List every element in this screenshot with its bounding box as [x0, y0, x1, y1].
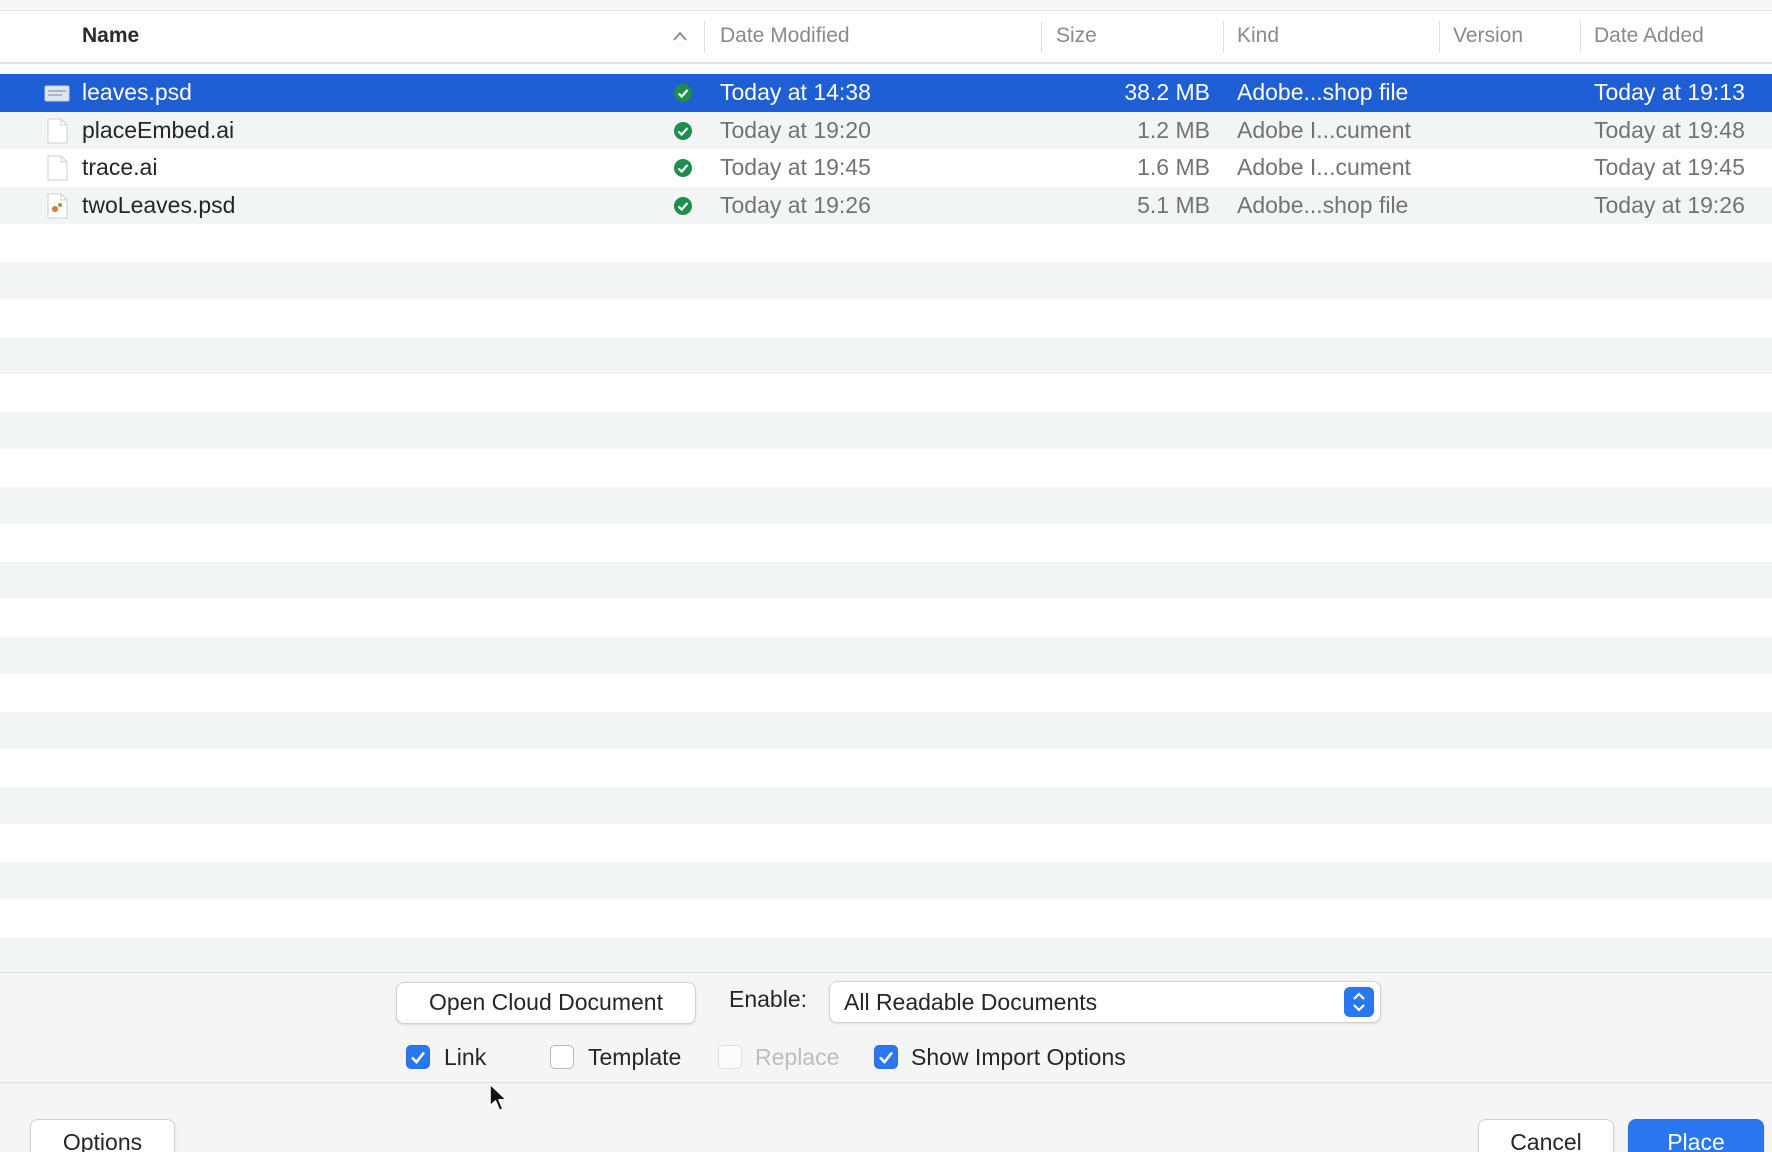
- replace-label: Replace: [755, 1044, 840, 1070]
- enable-label: Enable:: [729, 986, 808, 1012]
- checkmark-icon: [411, 1051, 426, 1064]
- file-size: 1.6 MB: [1137, 154, 1210, 180]
- column-separator[interactable]: [1439, 21, 1440, 53]
- empty-row: [0, 936, 1772, 974]
- empty-row: [0, 674, 1772, 712]
- synced-check-icon: [674, 121, 692, 140]
- column-header-bar: Name Date Modified Size Kind Version Dat…: [0, 11, 1772, 64]
- empty-row: [0, 561, 1772, 599]
- empty-row: [0, 899, 1772, 937]
- options-button[interactable]: Options: [30, 1119, 175, 1152]
- psd-file-icon: [47, 193, 68, 218]
- ai-file-icon: [47, 155, 68, 181]
- empty-row: [0, 599, 1772, 637]
- template-label[interactable]: Template: [588, 1044, 681, 1071]
- column-header-version[interactable]: Version: [1453, 11, 1523, 62]
- enable-format-value: All Readable Documents: [844, 989, 1098, 1015]
- empty-row: [0, 411, 1772, 449]
- file-name: placeEmbed.ai: [82, 116, 235, 143]
- column-separator[interactable]: [1041, 21, 1042, 53]
- column-header-name[interactable]: Name: [82, 11, 139, 62]
- column-header-kind[interactable]: Kind: [1237, 11, 1279, 62]
- file-name: trace.ai: [82, 154, 158, 180]
- file-name: twoLeaves.psd: [82, 191, 236, 218]
- column-header-date-modified[interactable]: Date Modified: [720, 11, 850, 62]
- file-kind: Adobe I...cument: [1237, 116, 1411, 143]
- empty-row: [0, 636, 1772, 674]
- column-separator[interactable]: [1223, 21, 1224, 53]
- checkmark-icon: [879, 1051, 894, 1064]
- column-header-size[interactable]: Size: [1056, 11, 1097, 62]
- replace-checkbox: [718, 1045, 742, 1069]
- link-label[interactable]: Link: [444, 1044, 486, 1071]
- file-row[interactable]: trace.ai Today at 19:45 1.6 MB Adobe I..…: [0, 149, 1772, 187]
- file-size: 38.2 MB: [1124, 79, 1210, 105]
- empty-row: [0, 374, 1772, 412]
- enable-format-popup[interactable]: All Readable Documents: [829, 981, 1381, 1023]
- file-row[interactable]: leaves.psd Today at 14:38 38.2 MB Adobe.…: [0, 74, 1772, 112]
- mouse-pointer-icon: [489, 1083, 508, 1112]
- empty-row: [0, 449, 1772, 487]
- empty-row: [0, 261, 1772, 299]
- empty-row: [0, 711, 1772, 749]
- place-file-dialog: Name Date Modified Size Kind Version Dat…: [0, 0, 1772, 1152]
- place-button[interactable]: Place: [1628, 1119, 1764, 1152]
- cancel-button[interactable]: Cancel: [1478, 1119, 1614, 1152]
- link-checkbox[interactable]: [406, 1045, 430, 1069]
- file-date-modified: Today at 19:20: [720, 116, 871, 143]
- synced-check-icon: [674, 84, 692, 102]
- ai-file-icon: [47, 118, 68, 143]
- file-kind: Adobe...shop file: [1237, 79, 1409, 105]
- file-date-added: Today at 19:26: [1594, 191, 1745, 218]
- file-size: 1.2 MB: [1137, 116, 1210, 143]
- show-import-options-label[interactable]: Show Import Options: [911, 1044, 1126, 1071]
- empty-row: [0, 861, 1772, 899]
- footer-divider: [0, 1082, 1772, 1083]
- column-separator[interactable]: [704, 21, 705, 53]
- empty-row: [0, 336, 1772, 374]
- file-row[interactable]: placeEmbed.ai Today at 19:20 1.2 MB Adob…: [0, 111, 1772, 149]
- column-header-date-added[interactable]: Date Added: [1594, 11, 1704, 62]
- chevron-up-icon[interactable]: [672, 29, 688, 43]
- file-row[interactable]: twoLeaves.psd Today at 19:26 5.1 MB Adob…: [0, 186, 1772, 224]
- file-date-modified: Today at 19:26: [720, 191, 871, 218]
- empty-row: [0, 524, 1772, 562]
- file-name: leaves.psd: [82, 79, 192, 105]
- template-checkbox[interactable]: [550, 1045, 574, 1069]
- empty-row: [0, 486, 1772, 524]
- synced-check-icon: [674, 159, 692, 177]
- show-import-options-checkbox[interactable]: [874, 1045, 898, 1069]
- dialog-top-edge: [0, 0, 1772, 11]
- file-date-added: Today at 19:45: [1594, 154, 1745, 180]
- file-size: 5.1 MB: [1137, 191, 1210, 218]
- empty-row: [0, 224, 1772, 262]
- file-date-added: Today at 19:13: [1594, 79, 1745, 105]
- column-separator[interactable]: [1580, 21, 1581, 53]
- file-kind: Adobe...shop file: [1237, 191, 1409, 218]
- empty-row: [0, 786, 1772, 824]
- file-date-added: Today at 19:48: [1594, 116, 1745, 143]
- file-kind: Adobe I...cument: [1237, 154, 1411, 180]
- empty-row: [0, 749, 1772, 787]
- updown-chevron-icon[interactable]: [1344, 987, 1374, 1017]
- file-list: leaves.psd Today at 14:38 38.2 MB Adobe.…: [0, 74, 1772, 974]
- file-date-modified: Today at 14:38: [720, 79, 871, 105]
- synced-check-icon: [674, 196, 692, 215]
- empty-row: [0, 824, 1772, 862]
- open-cloud-document-button[interactable]: Open Cloud Document: [396, 982, 696, 1024]
- file-date-modified: Today at 19:45: [720, 154, 871, 180]
- empty-row: [0, 299, 1772, 337]
- psd-file-icon: [44, 85, 70, 102]
